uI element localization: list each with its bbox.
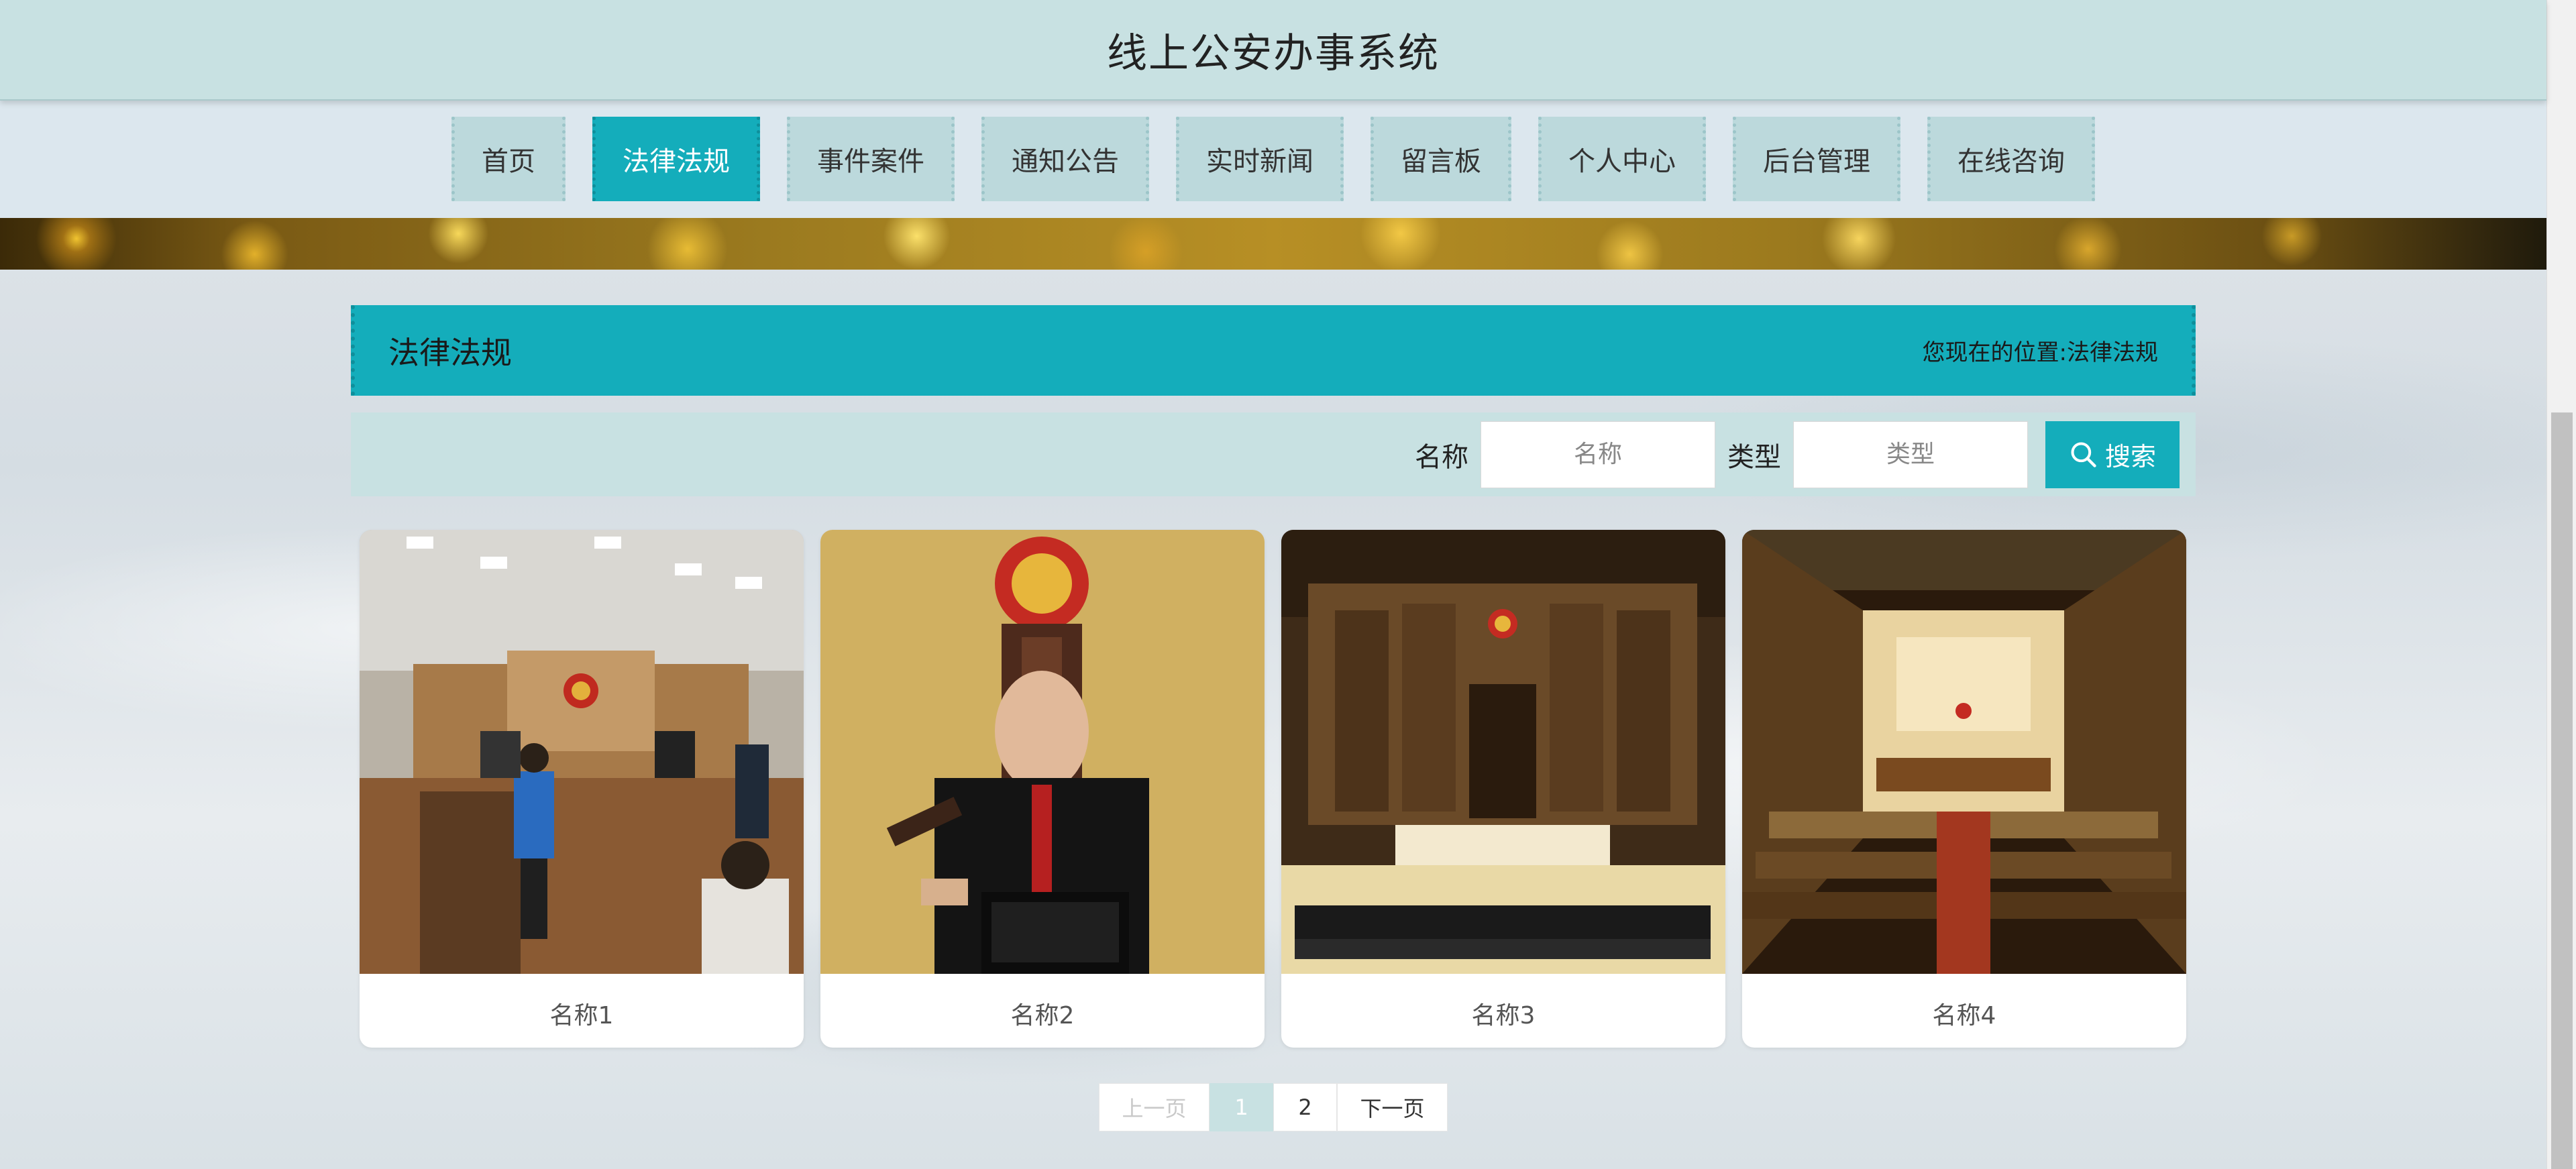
judge-with-gavel-image [820,530,1265,974]
next-page-button[interactable]: 下一页 [1337,1083,1448,1131]
card-item[interactable]: 名称4 [1742,530,2186,1048]
card-item[interactable]: 名称2 [820,530,1265,1048]
nav-item-online-consult[interactable]: 在线咨询 [1927,117,2095,201]
courtroom-trial-image [360,530,804,974]
courtroom-hall-image [1281,530,1725,974]
card-name: 名称4 [1932,1002,1996,1029]
name-label: 名称 [1415,441,1468,473]
vertical-scrollbar[interactable] [2546,0,2576,1169]
prev-page-button[interactable]: 上一页 [1099,1083,1210,1131]
nav-item-home[interactable]: 首页 [451,117,566,201]
search-button-label: 搜索 [2104,442,2156,471]
main-content: 法律法规 您现在的位置: 法律法规 名称 类型 搜索 [351,305,2196,1048]
card-item[interactable]: 名称1 [360,530,804,1048]
search-bar: 名称 类型 搜索 [351,412,2196,496]
nav-item-notices[interactable]: 通知公告 [981,117,1149,201]
search-button[interactable]: 搜索 [2045,421,2180,488]
breadcrumb-prefix: 您现在的位置: [1922,339,2067,366]
card-name: 名称3 [1471,1002,1536,1029]
site-title: 线上公安办事系统 [1107,30,1440,77]
search-icon [2071,441,2096,467]
type-search-input[interactable] [1793,421,2028,488]
main-nav: 首页 法律法规 事件案件 通知公告 实时新闻 留言板 个人中心 后台管理 在线咨… [0,101,2546,218]
page-number-button[interactable]: 2 [1273,1083,1337,1131]
page-number-button[interactable]: 1 [1210,1083,1273,1131]
scrollbar-thumb[interactable] [2551,412,2573,1169]
nav-item-cases[interactable]: 事件案件 [787,117,955,201]
banner-image [0,218,2546,270]
card-name: 名称1 [549,1002,614,1029]
nav-item-news[interactable]: 实时新闻 [1176,117,1344,201]
card-name: 名称2 [1010,1002,1075,1029]
section-header: 法律法规 您现在的位置: 法律法规 [351,305,2196,396]
card-grid: 名称1 名称2 名称3 名称4 [351,530,2196,1048]
courtroom-interior-image [1742,530,2186,974]
breadcrumb-current[interactable]: 法律法规 [2067,334,2158,367]
card-item[interactable]: 名称3 [1281,530,1725,1048]
nav-item-personal-center[interactable]: 个人中心 [1538,117,1706,201]
nav-item-message-board[interactable]: 留言板 [1371,117,1511,201]
title-bar: 线上公安办事系统 [0,0,2546,101]
nav-item-admin[interactable]: 后台管理 [1733,117,1900,201]
section-title: 法律法规 [388,334,512,371]
pagination: 上一页 1 2 下一页 [1099,1083,1448,1131]
nav-item-laws[interactable]: 法律法规 [592,117,760,201]
type-label: 类型 [1727,441,1781,473]
breadcrumb: 您现在的位置: 法律法规 [1923,334,2158,367]
name-search-input[interactable] [1481,421,1715,488]
